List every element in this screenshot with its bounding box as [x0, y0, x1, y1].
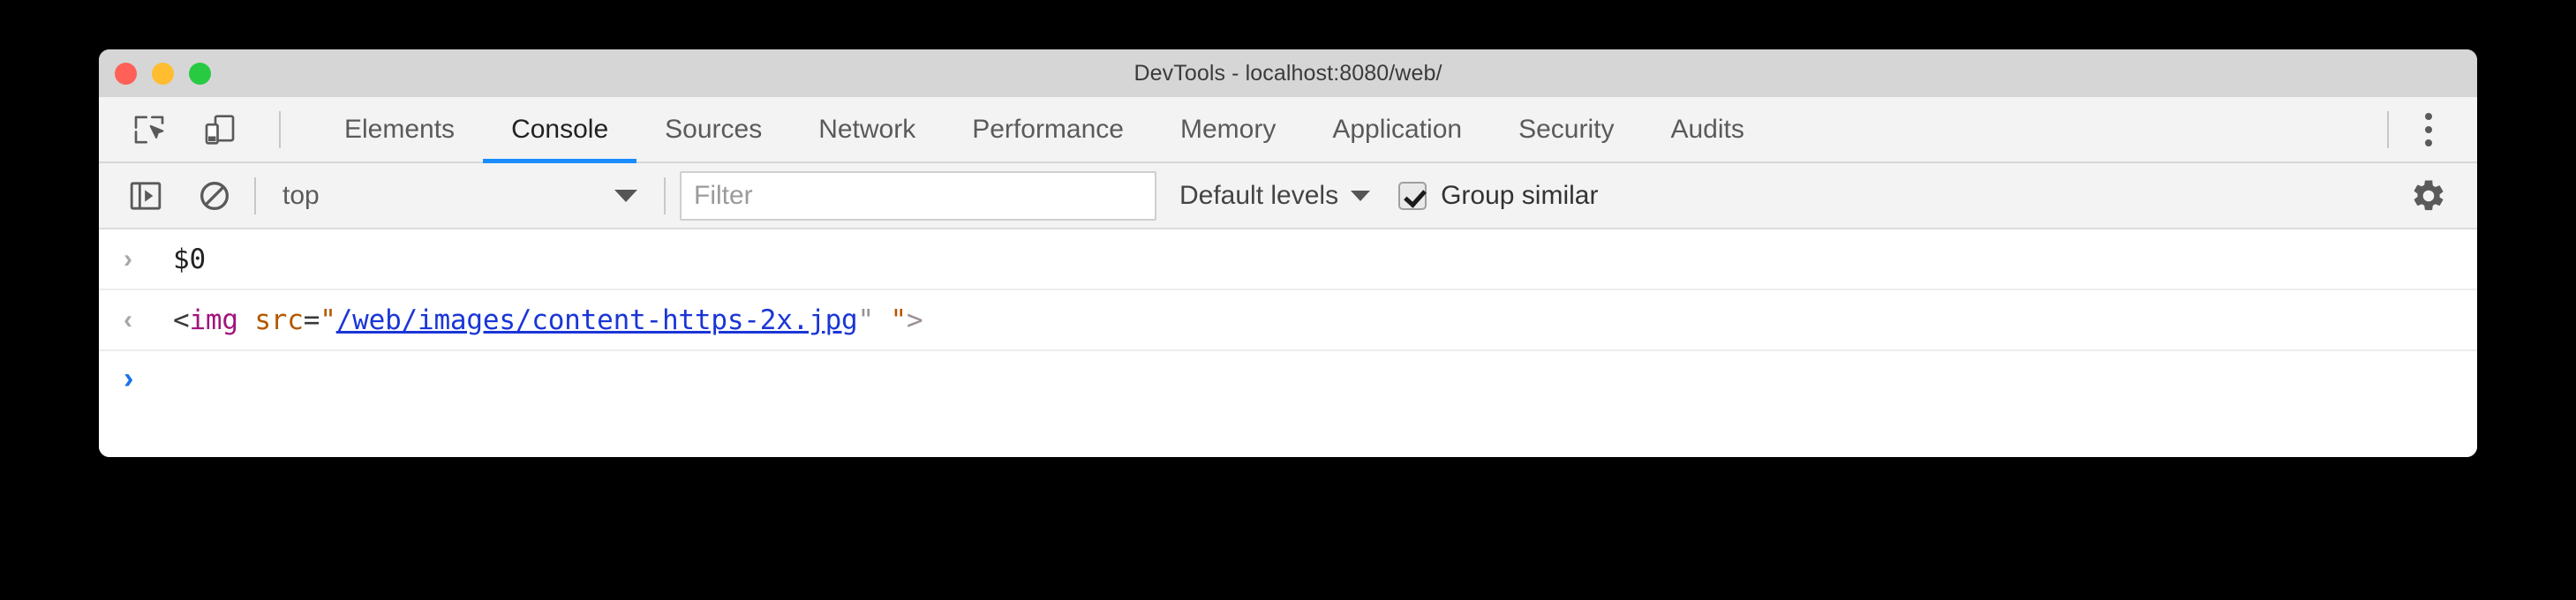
tab-network[interactable]: Network	[790, 97, 944, 161]
console-filter-input[interactable]	[680, 170, 1156, 221]
tag-close-bracket: >	[906, 304, 923, 336]
tabbar-divider	[279, 110, 281, 148]
minimize-window-button[interactable]	[152, 62, 174, 85]
tab-sources[interactable]: Sources	[636, 97, 790, 161]
attribute-quote-extra: "	[890, 304, 907, 336]
console-message-list[interactable]: › $0 ‹ <img src="/web/images/content-htt…	[99, 229, 2477, 457]
settings-button[interactable]	[2403, 170, 2454, 221]
attribute-quote-open: "	[320, 304, 336, 336]
more-options-icon-dot	[2425, 125, 2432, 133]
attribute-quote-close: "	[857, 304, 875, 336]
tag-name: img	[189, 304, 238, 336]
devtools-tabbar: Elements Console Sources Network Perform…	[99, 97, 2477, 163]
tab-security[interactable]: Security	[1490, 97, 1642, 161]
console-sidebar-toggle-button[interactable]	[120, 170, 171, 221]
tab-console[interactable]: Console	[483, 97, 637, 163]
settings-gear-icon	[2414, 179, 2444, 210]
tab-memory[interactable]: Memory	[1152, 97, 1304, 161]
tab-performance[interactable]: Performance	[944, 97, 1152, 161]
console-toolbar: top Default levels Group similar	[99, 163, 2477, 229]
tab-label: Console	[511, 114, 609, 144]
tabbar-right	[2373, 97, 2477, 161]
inspect-element-button[interactable]	[124, 104, 175, 155]
more-options-icon	[2425, 112, 2432, 120]
traffic-light-buttons	[115, 62, 211, 85]
tab-label: Performance	[972, 114, 1124, 144]
chevron-down-icon	[614, 189, 637, 202]
tabbar-right-divider	[2387, 110, 2389, 148]
devtools-window: DevTools - localhost:8080/web/ Elements	[99, 49, 2477, 457]
clear-console-button[interactable]	[189, 170, 240, 221]
group-similar-label: Group similar	[1441, 180, 1599, 210]
attribute-name: src	[254, 304, 304, 336]
tag-open-bracket: <	[173, 304, 190, 336]
console-row-prompt[interactable]: ›	[99, 351, 2477, 406]
group-similar-control[interactable]: Group similar	[1398, 181, 1598, 211]
tab-audits[interactable]: Audits	[1642, 97, 1772, 161]
window-titlebar: DevTools - localhost:8080/web/	[99, 49, 2477, 97]
console-input-expression: $0	[173, 243, 206, 275]
tab-label: Elements	[344, 114, 456, 144]
device-toolbar-icon	[205, 114, 235, 145]
tab-label: Security	[1518, 114, 1615, 144]
inspect-element-icon	[134, 116, 164, 144]
tab-elements[interactable]: Elements	[316, 97, 483, 161]
panel-tabs: Elements Console Sources Network Perform…	[302, 97, 2373, 163]
token-gap	[874, 304, 890, 336]
log-levels-label: Default levels	[1179, 180, 1339, 210]
execution-context-selector[interactable]: top	[270, 172, 650, 220]
console-input-marker-icon: ›	[124, 244, 132, 274]
zoom-window-button[interactable]	[189, 62, 211, 85]
tab-application[interactable]: Application	[1304, 97, 1490, 161]
attribute-equals: =	[303, 304, 320, 336]
more-options-button[interactable]	[2403, 104, 2454, 155]
group-similar-checkbox[interactable]	[1398, 181, 1427, 210]
chevron-down-icon	[1351, 190, 1371, 201]
log-levels-selector[interactable]: Default levels	[1179, 180, 1371, 211]
console-toolbar-divider-2	[664, 176, 666, 214]
console-output-value[interactable]: <img src="/web/images/content-https-2x.j…	[173, 304, 923, 336]
console-output-marker-icon: ‹	[124, 304, 132, 334]
console-row-output[interactable]: ‹ <img src="/web/images/content-https-2x…	[99, 290, 2477, 351]
console-sidebar-toggle-icon	[130, 181, 162, 210]
tab-label: Audits	[1670, 114, 1744, 144]
console-toolbar-divider	[254, 176, 256, 214]
close-window-button[interactable]	[115, 62, 137, 85]
window-title: DevTools - localhost:8080/web/	[1134, 60, 1442, 86]
resource-url-link[interactable]: /web/images/content-https-2x.jpg	[336, 304, 858, 336]
clear-console-icon	[200, 181, 230, 210]
tab-label: Network	[818, 114, 916, 144]
execution-context-label: top	[282, 180, 320, 210]
tab-label: Memory	[1179, 114, 1277, 144]
more-options-icon-dot	[2425, 139, 2432, 146]
console-prompt-marker-icon: ›	[124, 362, 134, 395]
tab-label: Application	[1332, 114, 1463, 144]
tab-label: Sources	[665, 114, 763, 144]
tabbar-tools	[99, 97, 302, 161]
device-toolbar-button[interactable]	[194, 104, 245, 155]
console-row-input[interactable]: › $0	[99, 229, 2477, 290]
